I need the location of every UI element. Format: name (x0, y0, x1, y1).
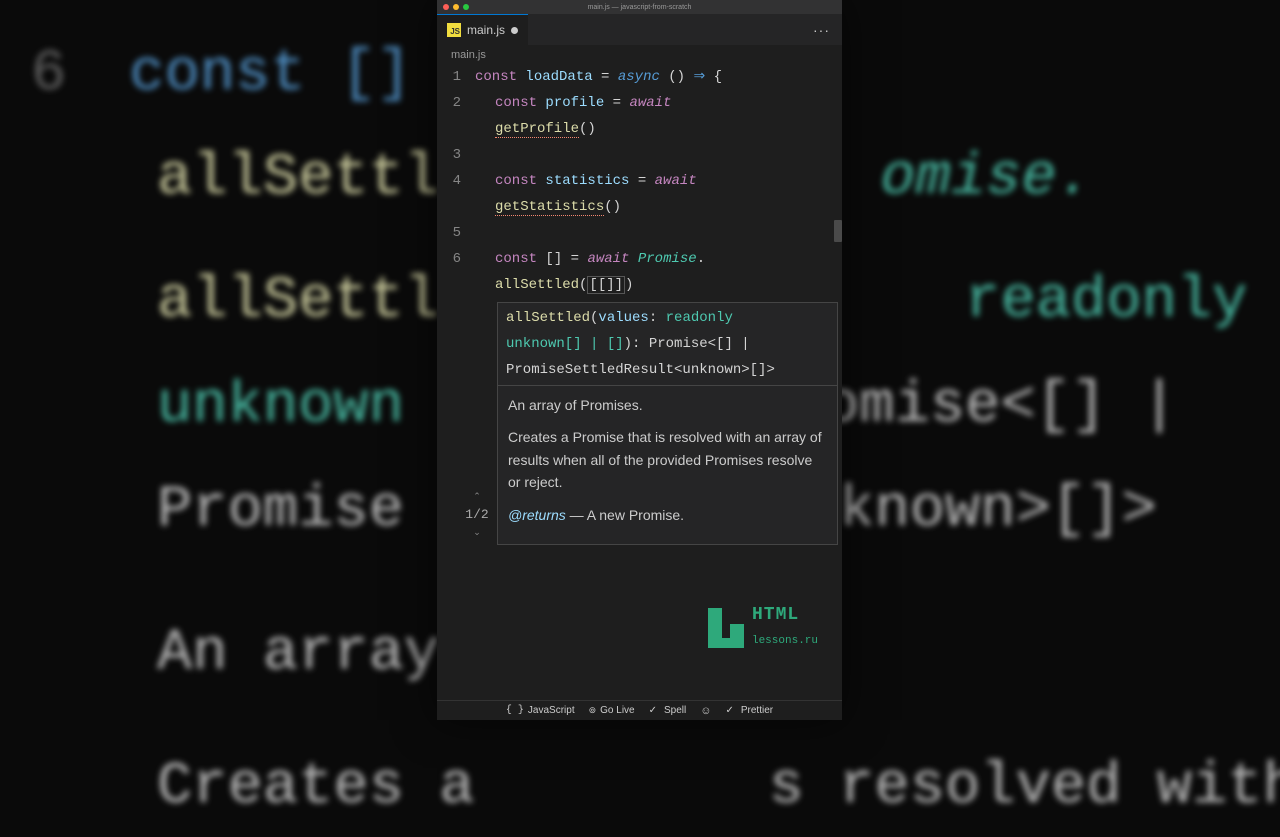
signature-help-tooltip: ⌃ 1/2 ⌄ allSettled(values: readonly unkn… (497, 302, 838, 545)
watermark-logo: HTML lessons.ru (708, 602, 818, 654)
status-bar: { }JavaScript ⊚Go Live Spell ☺ Prettier (437, 700, 842, 720)
status-feedback[interactable]: ☺ (700, 705, 711, 717)
code-editor[interactable]: 1 2 3 4 5 6 const loadData = async () ⇒ … (437, 64, 842, 700)
chevron-up-icon[interactable]: ⌃ (460, 492, 494, 502)
titlebar[interactable]: main.js — javascript-from-scratch (437, 0, 842, 14)
status-golive[interactable]: ⊚Go Live (589, 705, 635, 716)
code-content[interactable]: const loadData = async () ⇒ { const prof… (475, 64, 838, 298)
javascript-file-icon: JS (447, 23, 461, 37)
editor-window: main.js — javascript-from-scratch JS mai… (437, 0, 842, 720)
breadcrumb[interactable]: main.js (437, 46, 842, 64)
line-number-gutter: 1 2 3 4 5 6 (437, 64, 469, 272)
window-title: main.js — javascript-from-scratch (437, 4, 842, 11)
tab-main-js[interactable]: JS main.js (437, 14, 528, 46)
unsaved-indicator-icon (511, 27, 518, 34)
scrollbar-thumb[interactable] (834, 220, 842, 242)
chevron-down-icon[interactable]: ⌄ (460, 528, 494, 538)
tab-overflow-button[interactable]: ··· (801, 22, 842, 38)
tab-filename: main.js (467, 23, 505, 37)
tab-bar: JS main.js ··· (437, 14, 842, 46)
signature-counter[interactable]: ⌃ 1/2 ⌄ (460, 492, 494, 538)
html-lessons-icon (708, 608, 744, 648)
status-prettier[interactable]: Prettier (725, 705, 773, 716)
signature-doc: An array of Promises. Creates a Promise … (498, 386, 837, 544)
status-spell[interactable]: Spell (649, 705, 687, 716)
signature-text: allSettled(values: readonly unknown[] | … (498, 303, 837, 385)
status-language[interactable]: { }JavaScript (506, 705, 575, 716)
